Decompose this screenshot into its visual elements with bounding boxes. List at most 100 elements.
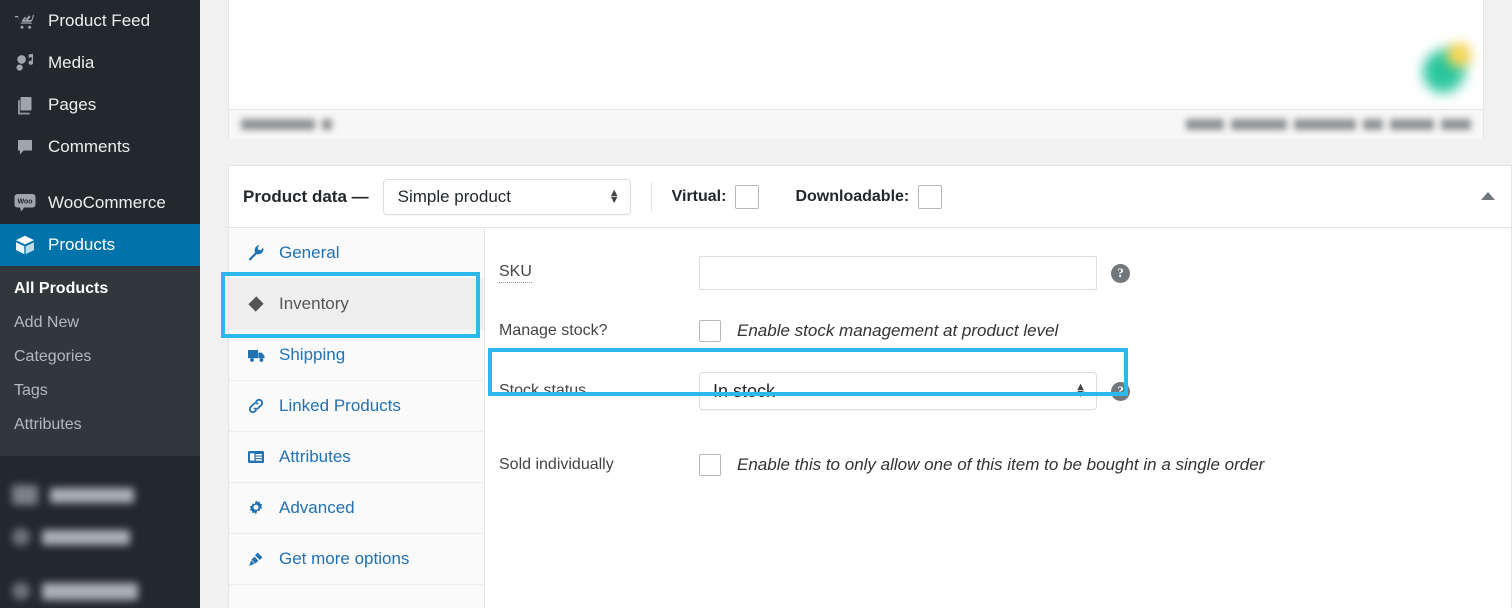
truck-icon [247, 346, 273, 364]
downloadable-checkbox-label: Downloadable: [795, 184, 943, 209]
editor-footer [229, 109, 1483, 139]
tab-advanced[interactable]: Advanced [229, 483, 484, 534]
product-type-select[interactable]: Simple product ▲ ▼ [382, 178, 631, 215]
editor-body [229, 0, 1483, 109]
submenu-item-attributes[interactable]: Attributes [0, 408, 200, 442]
tab-label: Advanced [279, 498, 355, 517]
blurred-nav-row [0, 516, 200, 558]
submenu-item-tags[interactable]: Tags [0, 374, 200, 408]
sidebar-item-product-feed[interactable]: Product Feed [0, 0, 200, 42]
wordpress-admin-screen: Product Feed Media Pages Comments Woo Wo… [0, 0, 1512, 608]
sold-individually-row: Sold individually Enable this to only al… [485, 438, 1511, 492]
product-data-panel: Product data — Simple product ▲ ▼ Virtual… [228, 165, 1512, 608]
sku-label: SKU [499, 263, 532, 283]
manage-stock-checkbox[interactable] [699, 320, 721, 342]
sold-individually-label: Sold individually [499, 456, 614, 473]
tab-label: Shipping [279, 345, 346, 364]
blurred-icon [12, 485, 38, 505]
sidebar-item-woocommerce[interactable]: Woo WooCommerce [0, 182, 200, 224]
chevron-updown-icon: ▲ ▼ [1075, 381, 1086, 400]
tab-linked-products[interactable]: Linked Products [229, 381, 484, 432]
product-data-header: Product data — Simple product ▲ ▼ Virtual… [229, 166, 1511, 228]
sidebar-item-media[interactable]: Media [0, 42, 200, 84]
blurred-nav-row [0, 474, 200, 516]
tab-attributes[interactable]: Attributes [229, 432, 484, 483]
product-data-tabs: General Inventory Shipping Linked Produc… [229, 228, 485, 608]
tab-shipping[interactable]: Shipping [229, 330, 484, 381]
sidebar-blurred-items [0, 456, 200, 608]
submenu-item-all-products[interactable]: All Products [0, 272, 200, 306]
svg-text:Woo: Woo [17, 198, 32, 205]
virtual-checkbox[interactable] [735, 184, 760, 209]
chevron-up-icon[interactable] [1481, 191, 1495, 200]
submenu-label: All Products [14, 280, 109, 297]
blurred-label [42, 529, 130, 545]
inventory-fields: SKU ? Manage stock? Enable stock managem… [485, 228, 1511, 608]
tab-label: General [279, 243, 340, 262]
product-feed-icon [10, 9, 40, 33]
tab-get-more-options[interactable]: Get more options [229, 534, 484, 585]
manage-stock-row: Manage stock? Enable stock management at… [485, 304, 1511, 358]
word-count-blurred [241, 119, 332, 130]
manage-stock-description: Enable stock management at product level [737, 321, 1059, 340]
tab-label: Inventory [279, 294, 349, 313]
header-divider [650, 181, 652, 212]
manage-stock-label: Manage stock? [499, 322, 608, 339]
last-edited-blurred [1186, 119, 1471, 130]
media-icon [10, 51, 40, 75]
tab-label: Linked Products [279, 396, 401, 415]
stock-status-label: Stock status [499, 382, 587, 399]
link-icon [247, 397, 273, 415]
list-icon [247, 449, 273, 465]
blurred-label [42, 582, 138, 600]
submenu-label: Tags [14, 382, 48, 399]
editor-panel [228, 0, 1484, 139]
products-submenu: All Products Add New Categories Tags Att… [0, 266, 200, 456]
gear-icon [247, 499, 273, 517]
sidebar-item-label: Products [48, 235, 116, 254]
sidebar-item-pages[interactable]: Pages [0, 84, 200, 126]
submenu-label: Attributes [14, 416, 82, 433]
sidebar-item-label: Media [48, 53, 95, 72]
blurred-icon [12, 528, 30, 546]
sku-label-wrap: SKU [499, 263, 699, 283]
sku-row: SKU ? [485, 246, 1511, 300]
chevron-updown-icon: ▲ ▼ [608, 186, 620, 206]
blurred-label [50, 487, 134, 503]
downloadable-label-text: Downloadable: [795, 187, 910, 205]
sidebar-separator [0, 168, 200, 182]
sidebar-item-comments[interactable]: Comments [0, 126, 200, 168]
downloadable-checkbox[interactable] [918, 184, 943, 209]
plug-icon [247, 550, 273, 568]
wrench-icon [247, 244, 273, 262]
tag-icon [247, 295, 273, 313]
blurred-icon [12, 582, 30, 600]
products-icon [10, 233, 40, 257]
sold-individually-description: Enable this to only allow one of this it… [737, 455, 1265, 474]
help-icon[interactable]: ? [1111, 381, 1130, 401]
sidebar-item-label: WooCommerce [48, 193, 166, 212]
submenu-item-categories[interactable]: Categories [0, 340, 200, 374]
sidebar-item-label: Pages [48, 95, 97, 114]
product-data-body: General Inventory Shipping Linked Produc… [229, 228, 1511, 608]
sku-input[interactable] [699, 256, 1097, 290]
sidebar-item-label: Comments [48, 137, 131, 156]
tab-inventory[interactable]: Inventory [229, 279, 484, 330]
pages-icon [10, 93, 40, 117]
tab-label: Attributes [279, 447, 351, 466]
help-icon[interactable]: ? [1111, 263, 1130, 283]
virtual-label-text: Virtual: [671, 187, 727, 205]
admin-content: Product data — Simple product ▲ ▼ Virtual… [200, 0, 1512, 608]
page-title: Product data — [243, 186, 369, 206]
stock-status-select[interactable]: In stock ▲ ▼ [699, 372, 1097, 410]
sidebar-item-products[interactable]: Products [0, 224, 200, 266]
sold-individually-checkbox[interactable] [699, 454, 721, 476]
submenu-item-add-new[interactable]: Add New [0, 306, 200, 340]
blurred-nav-row [0, 570, 200, 608]
blurred-thumbnail-accent [1447, 43, 1471, 67]
tab-general[interactable]: General [229, 228, 484, 279]
stock-status-row: Stock status In stock ▲ ▼ ? [485, 364, 1511, 418]
stock-status-value: In stock [713, 380, 776, 401]
woocommerce-icon: Woo [10, 191, 40, 215]
virtual-checkbox-label: Virtual: [671, 184, 760, 209]
